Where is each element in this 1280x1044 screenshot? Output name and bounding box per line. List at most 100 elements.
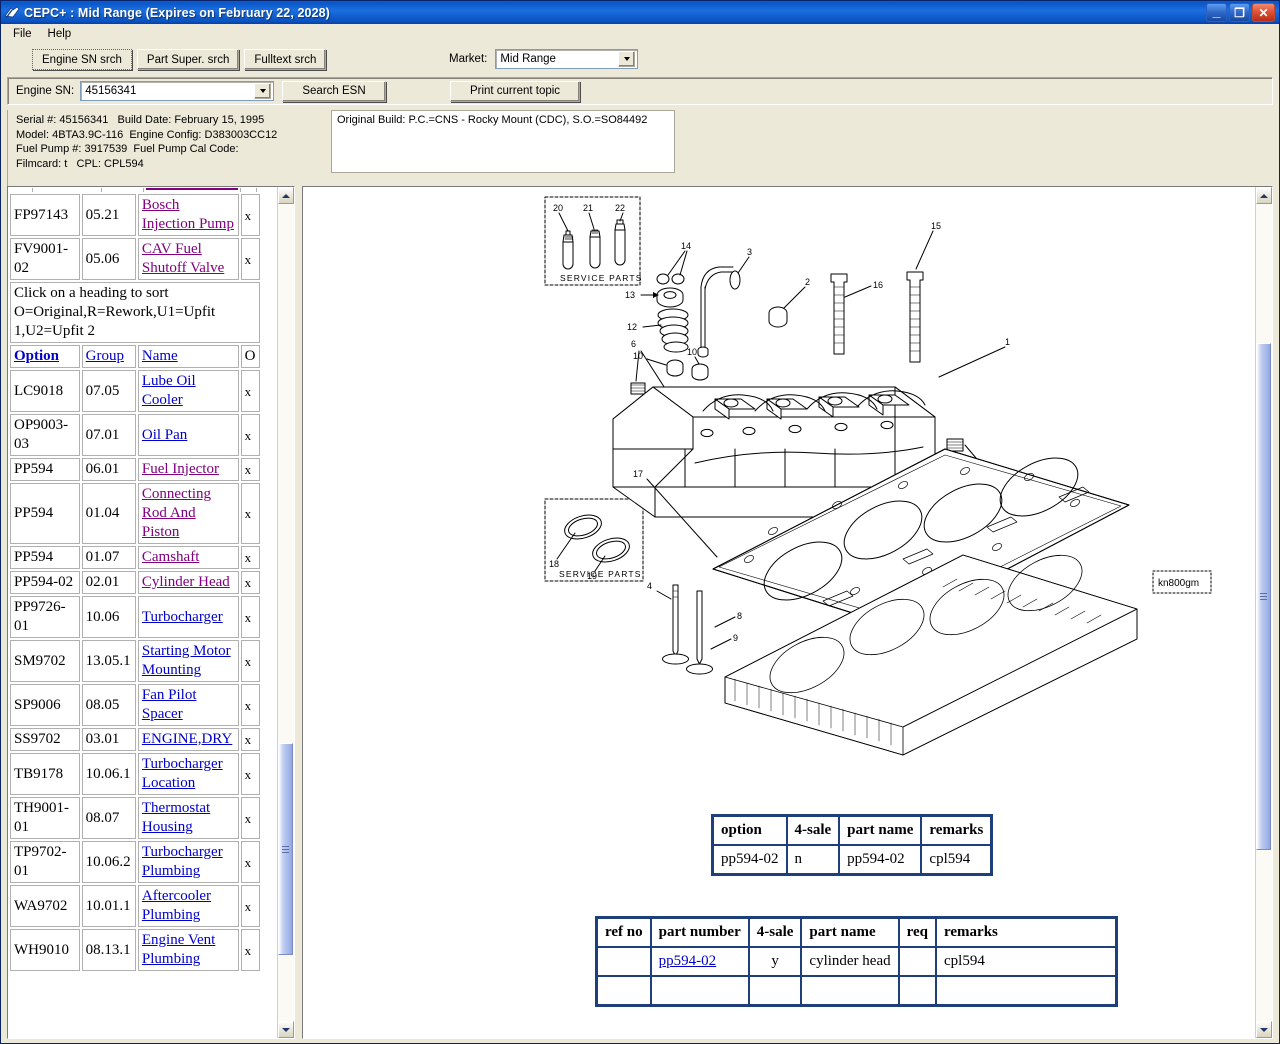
maximize-icon: ❐: [1234, 5, 1245, 20]
cell-option: OP9003-03: [10, 414, 80, 456]
option-link[interactable]: Camshaft: [142, 549, 200, 565]
option-link[interactable]: Lube Oil Cooler: [142, 373, 196, 408]
option-link[interactable]: Cylinder Head: [142, 574, 230, 590]
table-row[interactable]: FV9001-02 05.06 CAV Fuel Shutoff Valve x: [10, 238, 260, 280]
svg-text:SERVICE PARTS: SERVICE PARTS: [559, 569, 642, 579]
option-link[interactable]: Aftercooler Plumbing: [142, 888, 211, 923]
table-row[interactable]: PP9726-01 10.06 Turbocharger x: [10, 596, 260, 638]
part-number-link[interactable]: pp594-02: [659, 953, 717, 969]
table-row[interactable]: FP97143 05.21 Bosch Injection Pump x: [10, 194, 260, 236]
table-row[interactable]: SS9702 03.01 ENGINE,DRY x: [10, 728, 260, 751]
application-window: CEPC+ : Mid Range (Expires on February 2…: [0, 0, 1280, 1044]
option-link[interactable]: Starting Motor Mounting: [142, 643, 231, 678]
cell-name: ENGINE,DRY: [137, 728, 239, 751]
cell-name: Bosch Injection Pump: [137, 194, 239, 236]
parts-table: ref no part number 4-sale part name req …: [595, 916, 1119, 1007]
column-header-o[interactable]: O: [240, 345, 260, 368]
table-row[interactable]: TH9001-01 08.07 Thermostat Housing x: [10, 797, 260, 839]
table-row[interactable]: WA9702 10.01.1 Aftercooler Plumbing x: [10, 885, 260, 927]
cell-o: x: [240, 885, 260, 927]
content-area: FP97143 05.21 Bosch Injection Pump x FV9…: [1, 186, 1279, 1043]
sort-hint-line1: Click on a heading to sort: [14, 285, 169, 301]
column-header-option[interactable]: Option: [10, 345, 80, 368]
col-4sale: 4-sale: [748, 918, 802, 947]
close-button[interactable]: ✕: [1252, 3, 1275, 22]
option-link[interactable]: Oil Pan: [142, 427, 187, 443]
cell-group: 01.07: [81, 546, 136, 569]
column-header-group[interactable]: Group: [81, 345, 136, 368]
menu-item-file[interactable]: File: [5, 26, 40, 42]
table-row[interactable]: LC9018 07.05 Lube Oil Cooler x: [10, 370, 260, 412]
svg-text:20: 20: [553, 203, 563, 213]
tab-engine-sn-srch[interactable]: Engine SN srch: [32, 49, 132, 70]
table-row[interactable]: TP9702-01 10.06.2 Turbocharger Plumbing x: [10, 841, 260, 883]
tab-part-super-srch[interactable]: Part Super. srch: [136, 49, 240, 70]
search-esn-button[interactable]: Search ESN: [282, 80, 386, 102]
option-link[interactable]: ENGINE,DRY: [142, 731, 232, 747]
table-row[interactable]: PP594-02 02.01 Cylinder Head x: [10, 571, 260, 594]
table-row[interactable]: SP9006 08.05 Fan Pilot Spacer x: [10, 684, 260, 726]
market-dropdown[interactable]: Mid Range: [495, 49, 639, 69]
scrollbar-thumb[interactable]: [1256, 343, 1271, 850]
table-row[interactable]: PP594 01.07 Camshaft x: [10, 546, 260, 569]
option-link[interactable]: Turbocharger Plumbing: [142, 844, 223, 879]
svg-text:10: 10: [687, 347, 697, 357]
option-link[interactable]: Bosch Injection Pump: [142, 197, 234, 232]
cell-group: 07.01: [81, 414, 136, 456]
cell-option: FP97143: [10, 194, 80, 236]
cell-option: TP9702-01: [10, 841, 80, 883]
table-row[interactable]: SM9702 13.05.1 Starting Motor Mounting x: [10, 640, 260, 682]
scroll-up-button[interactable]: [278, 187, 294, 204]
option-link[interactable]: Thermostat Housing: [142, 800, 210, 835]
cell-name: Cylinder Head: [137, 571, 239, 594]
table-row[interactable]: PP594 01.04 Connecting Rod And Piston x: [10, 483, 260, 544]
topic-view-scrollbar[interactable]: [1255, 187, 1272, 1038]
table-row[interactable]: PP594 06.01 Fuel Injector x: [10, 458, 260, 481]
option-link[interactable]: Engine Vent Plumbing: [142, 932, 215, 967]
svg-text:8: 8: [737, 611, 742, 621]
cell-group: 10.06: [81, 596, 136, 638]
table-row[interactable]: TB9178 10.06.1 Turbocharger Location x: [10, 753, 260, 795]
svg-text:3: 3: [747, 247, 752, 257]
sort-name-link[interactable]: Name: [142, 348, 178, 364]
sort-option-link[interactable]: Option: [14, 348, 59, 364]
tab-fulltext-srch[interactable]: Fulltext srch: [244, 49, 327, 70]
option-link[interactable]: Fan Pilot Spacer: [142, 687, 197, 722]
scrollbar-thumb[interactable]: [278, 743, 293, 955]
cell-option: WH9010: [10, 929, 80, 971]
cell-group: 08.07: [81, 797, 136, 839]
scrollbar-track[interactable]: [1256, 204, 1272, 1021]
cell-o: x: [240, 546, 260, 569]
cell-4sale: y: [748, 947, 802, 976]
option-link[interactable]: Turbocharger Location: [142, 756, 223, 791]
print-current-topic-button[interactable]: Print current topic: [450, 80, 580, 102]
options-list-scrollbar[interactable]: [277, 187, 294, 1038]
chevron-down-icon[interactable]: [254, 83, 272, 99]
cell-option: PP594: [10, 483, 80, 544]
sort-hint-row: Click on a heading to sort O=Original,R=…: [10, 282, 260, 343]
engine-sn-input[interactable]: 45156341: [80, 81, 275, 101]
table-row[interactable]: WH9010 08.13.1 Engine Vent Plumbing x: [10, 929, 260, 971]
sort-group-link[interactable]: Group: [86, 348, 124, 364]
maximize-button[interactable]: ❐: [1229, 3, 1250, 22]
cell-option: LC9018: [10, 370, 80, 412]
chevron-down-icon[interactable]: [618, 51, 636, 67]
scroll-up-button[interactable]: [1256, 187, 1272, 204]
cell-name: Fuel Injector: [137, 458, 239, 481]
scrollbar-track[interactable]: [278, 204, 294, 1021]
minimize-button[interactable]: _: [1206, 3, 1227, 22]
cell-o: x: [240, 684, 260, 726]
option-link[interactable]: Fuel Injector: [142, 461, 219, 477]
option-link[interactable]: Turbocharger: [142, 609, 223, 625]
cell-part-name: [801, 976, 899, 1005]
menu-item-help[interactable]: Help: [40, 26, 80, 42]
chevron-up-icon: [282, 193, 290, 198]
option-link[interactable]: CAV Fuel Shutoff Valve: [142, 241, 224, 276]
column-header-name[interactable]: Name: [137, 345, 239, 368]
close-icon: ✕: [1258, 5, 1269, 20]
table-row[interactable]: OP9003-03 07.01 Oil Pan x: [10, 414, 260, 456]
option-link[interactable]: Connecting Rod And Piston: [142, 486, 211, 540]
cell-ref-no: [597, 976, 651, 1005]
svg-text:17: 17: [633, 469, 643, 479]
cell-option: pp594-02: [713, 845, 787, 874]
